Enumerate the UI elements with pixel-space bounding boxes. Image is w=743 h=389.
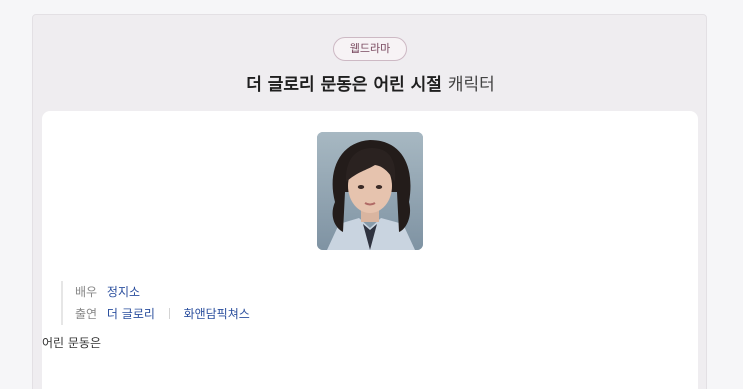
character-description: 어린 문동은 — [42, 336, 102, 350]
appearance-link-studio[interactable]: 화앤담픽쳐스 — [184, 307, 250, 321]
title-bold: 더 글로리 문동은 어린 시절 — [246, 75, 442, 95]
profile-meta: 배우 정지소 출연 더 글로리 화앤담픽쳐스 — [61, 281, 250, 325]
category-badge[interactable]: 웹드라마 — [333, 37, 407, 61]
profile-photo — [317, 132, 423, 250]
character-card: 웹드라마 더 글로리 문동은 어린 시절 캐릭터 배우 정지소 출연 더 글로리… — [32, 14, 707, 389]
separator — [168, 308, 170, 319]
appearance-row: 출연 더 글로리 화앤담픽쳐스 — [75, 303, 250, 325]
page-title: 더 글로리 문동은 어린 시절 캐릭터 — [33, 73, 708, 97]
actor-label: 배우 — [75, 285, 98, 299]
title-suffix: 캐릭터 — [447, 75, 495, 95]
appearance-link-drama[interactable]: 더 글로리 — [107, 307, 155, 321]
appearance-label: 출연 — [75, 307, 98, 321]
actor-row: 배우 정지소 — [75, 281, 250, 303]
profile-panel: 배우 정지소 출연 더 글로리 화앤담픽쳐스 어린 문동은 — [42, 111, 698, 389]
actor-link[interactable]: 정지소 — [107, 285, 140, 299]
profile-photo-image — [317, 132, 423, 250]
